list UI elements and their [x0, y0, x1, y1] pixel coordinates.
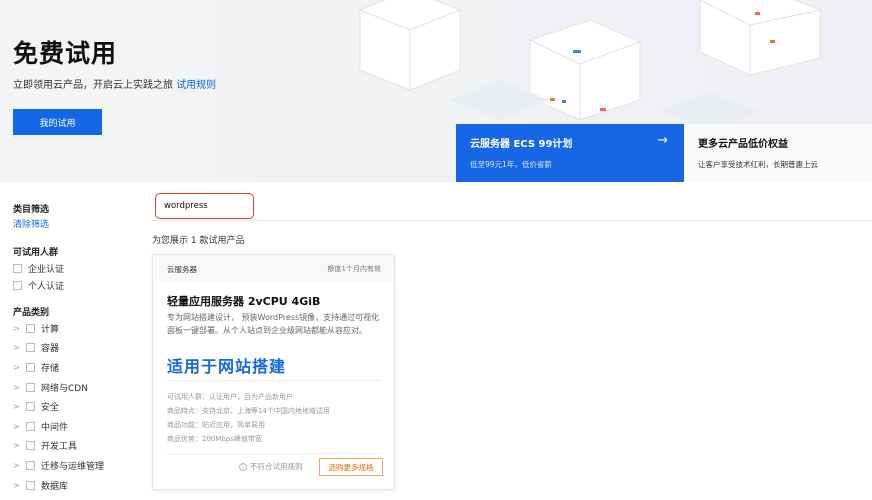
- category-label: 网络与CDN: [41, 384, 88, 394]
- category-dev-tools[interactable]: > 开发工具: [13, 439, 77, 452]
- chevron-right-icon[interactable]: >: [13, 363, 23, 372]
- category-storage[interactable]: > 存储: [13, 361, 59, 374]
- info-icon: i: [239, 462, 247, 471]
- card-divider: [167, 380, 381, 381]
- category-label: 数据库: [41, 482, 69, 492]
- audience-enterprise-checkbox[interactable]: 企业认证: [13, 262, 64, 275]
- checkbox-icon[interactable]: [26, 461, 35, 470]
- promo-subtitle: 低至99元1年，低价省薪: [470, 160, 552, 169]
- card-spec: 商品特点：支持北京、上海等14个中国内地地域试用: [167, 407, 330, 415]
- product-category-heading: 产品类别: [13, 308, 50, 318]
- product-card[interactable]: 云服务器 额度1个月内有效 轻量应用服务器 2vCPU 4GiB 专为网站搭建设…: [152, 254, 395, 490]
- search-box[interactable]: [155, 193, 254, 219]
- chevron-right-icon[interactable]: >: [13, 422, 23, 431]
- arrow-right-icon: →: [657, 133, 668, 148]
- card-divider: [167, 453, 381, 454]
- category-label: 安全: [41, 403, 60, 413]
- checkbox-icon[interactable]: [26, 363, 35, 372]
- card-category: 云服务器: [167, 265, 197, 274]
- chevron-right-icon[interactable]: >: [13, 481, 23, 490]
- my-trial-button[interactable]: 我的试用: [13, 109, 102, 135]
- category-security[interactable]: > 安全: [13, 400, 59, 413]
- category-label: 容器: [41, 344, 60, 354]
- category-migration-ops[interactable]: > 迁移与运维管理: [13, 459, 104, 472]
- card-spec: 可试用人群：认证用户，且为产品新用户: [167, 393, 293, 401]
- ineligible-text: 不符合试用规则: [250, 462, 303, 471]
- category-container[interactable]: > 容器: [13, 341, 59, 354]
- checkbox-icon[interactable]: [13, 264, 22, 273]
- chevron-right-icon[interactable]: >: [13, 461, 23, 470]
- checkbox-icon[interactable]: [26, 422, 35, 431]
- card-title: 轻量应用服务器 2vCPU 4GiB: [167, 295, 321, 308]
- search-input[interactable]: [164, 200, 248, 212]
- category-middleware[interactable]: > 中间件: [13, 420, 68, 433]
- chevron-right-icon[interactable]: >: [13, 343, 23, 352]
- hero-subtitle: 立即领用云产品，开启云上实践之旅 试用规则: [13, 76, 216, 91]
- card-validity: 额度1个月内有效: [327, 265, 381, 273]
- category-compute[interactable]: > 计算: [13, 322, 59, 335]
- hero-subtitle-text: 立即领用云产品，开启云上实践之旅: [13, 80, 173, 91]
- audience-personal-checkbox[interactable]: 个人认证: [13, 279, 64, 292]
- checkbox-icon[interactable]: [26, 481, 35, 490]
- clear-filter-link[interactable]: 清除筛选: [13, 217, 49, 230]
- category-filter-heading: 类目筛选: [13, 205, 50, 215]
- chevron-right-icon[interactable]: >: [13, 324, 23, 333]
- checkbox-label: 企业认证: [28, 265, 65, 275]
- checkbox-icon[interactable]: [26, 383, 35, 392]
- ineligible-notice: i 不符合试用规则: [239, 461, 303, 472]
- category-label: 计算: [41, 325, 60, 335]
- page-title: 免费试用: [13, 39, 118, 68]
- category-label: 开发工具: [41, 442, 78, 452]
- more-specs-button[interactable]: 选购更多规格: [319, 458, 383, 476]
- category-label: 存储: [41, 364, 60, 374]
- result-count: 为您展示 1 款试用产品: [152, 236, 245, 246]
- trial-rules-link[interactable]: 试用规则: [176, 80, 216, 91]
- card-header: 云服务器 额度1个月内有效: [153, 255, 394, 281]
- category-label: 中间件: [41, 423, 69, 433]
- checkbox-label: 个人认证: [28, 282, 65, 292]
- checkbox-icon[interactable]: [13, 281, 22, 290]
- promo-title: 云服务器 ECS 99计划: [470, 139, 573, 150]
- card-highlight: 适用于网站搭建: [167, 357, 287, 376]
- checkbox-icon[interactable]: [26, 343, 35, 352]
- card-spec: 商品功能：贴近应用，简单易用: [167, 421, 265, 429]
- audience-heading: 可试用人群: [13, 248, 59, 258]
- chevron-right-icon[interactable]: >: [13, 402, 23, 411]
- promo-title: 更多云产品低价权益: [698, 139, 788, 150]
- checkbox-icon[interactable]: [26, 402, 35, 411]
- hero-banner: 免费试用 立即领用云产品，开启云上实践之旅 试用规则 我的试用 云服务器 ECS…: [0, 0, 872, 182]
- checkbox-icon[interactable]: [26, 441, 35, 450]
- category-label: 迁移与运维管理: [41, 462, 105, 472]
- card-spec: 商品优势：200Mbps峰值带宽: [167, 435, 262, 443]
- checkbox-icon[interactable]: [26, 324, 35, 333]
- card-description: 专为网站搭建设计， 预装WordPress镜像，支持通过可视化面板一键部署。从个…: [167, 313, 380, 335]
- promo-ecs-99-plan[interactable]: 云服务器 ECS 99计划 低至99元1年，低价省薪 →: [456, 124, 684, 182]
- chevron-right-icon[interactable]: >: [13, 383, 23, 392]
- category-network-cdn[interactable]: > 网络与CDN: [13, 381, 88, 394]
- promo-more-benefits[interactable]: 更多云产品低价权益 让客户享受技术红利，长期普惠上云: [684, 124, 872, 182]
- search-underline: [152, 220, 872, 221]
- chevron-right-icon[interactable]: >: [13, 441, 23, 450]
- category-database[interactable]: > 数据库: [13, 479, 68, 492]
- promo-subtitle: 让客户享受技术红利，长期普惠上云: [698, 160, 818, 169]
